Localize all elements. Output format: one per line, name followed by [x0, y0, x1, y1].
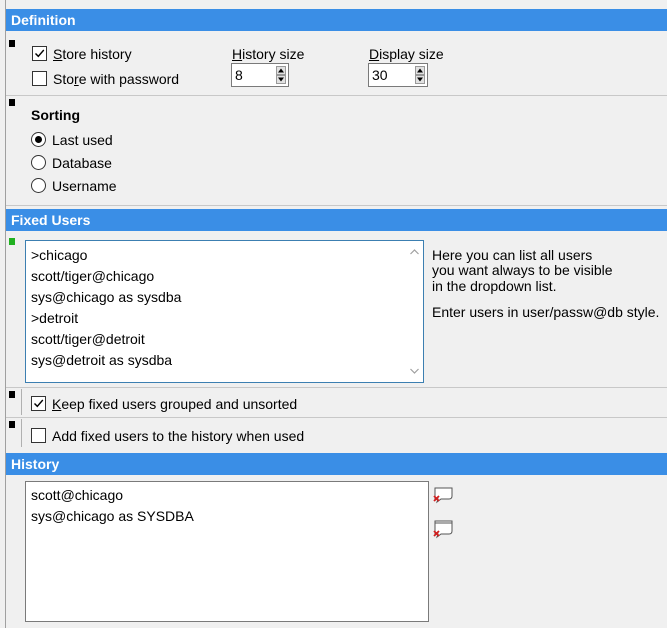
row-marker [9, 391, 15, 398]
row-tick [21, 419, 22, 447]
spin-down-icon[interactable] [276, 75, 286, 84]
sort-last-used-label[interactable]: Last used [52, 131, 113, 149]
display-size-label: Display size [369, 46, 444, 62]
scroll-down-icon[interactable] [406, 364, 423, 378]
delete-all-icon[interactable] [432, 518, 456, 542]
history-header: History [6, 453, 667, 475]
add-to-history-label[interactable]: Add fixed users to the history when used [52, 427, 304, 445]
list-item[interactable]: >detroit [31, 309, 78, 327]
history-header-label: History [11, 456, 60, 472]
definition-header-label: Definition [11, 12, 76, 28]
history-size-value[interactable]: 8 [235, 66, 243, 84]
sorting-title: Sorting [31, 107, 80, 123]
spin-down-icon[interactable] [415, 75, 425, 84]
list-item[interactable]: sys@chicago as SYSDBA [31, 507, 194, 525]
separator [6, 95, 667, 96]
sort-database-radio[interactable] [31, 155, 46, 170]
fixed-users-help-note: Enter users in user/passw@db style. [432, 304, 660, 320]
store-history-checkbox[interactable] [32, 46, 47, 61]
add-to-history-checkbox[interactable] [31, 428, 46, 443]
row-marker [9, 40, 15, 47]
fixed-users-header: Fixed Users [6, 209, 667, 231]
list-item[interactable]: scott@chicago [31, 486, 123, 504]
list-item[interactable]: scott/tiger@chicago [31, 267, 154, 285]
history-size-label: History size [232, 46, 305, 62]
row-marker-active [9, 238, 15, 245]
keep-grouped-label[interactable]: Keep fixed users grouped and unsorted [52, 395, 297, 413]
list-item[interactable]: >chicago [31, 246, 87, 264]
sort-username-radio[interactable] [31, 178, 46, 193]
sort-last-used-radio[interactable] [31, 132, 46, 147]
spin-up-icon[interactable] [276, 66, 286, 75]
history-size-spinner[interactable]: 8 [231, 63, 289, 87]
list-item[interactable]: sys@chicago as sysdba [31, 288, 181, 306]
display-size-value[interactable]: 30 [372, 66, 388, 84]
store-with-password-label[interactable]: Store with password [53, 70, 179, 88]
fixed-users-help-line-3: in the dropdown list. [432, 278, 557, 294]
fixed-users-scrollbar[interactable] [406, 241, 423, 382]
row-marker [9, 421, 15, 428]
row-marker [9, 99, 15, 106]
fixed-users-help-line-2: you want always to be visible [432, 262, 613, 278]
store-history-label[interactable]: Store history [53, 45, 132, 63]
list-item[interactable]: sys@detroit as sysdba [31, 351, 172, 369]
fixed-users-help-line-1: Here you can list all users [432, 247, 593, 263]
fixed-users-header-label: Fixed Users [11, 212, 91, 228]
separator [6, 417, 667, 418]
list-item[interactable]: scott/tiger@detroit [31, 330, 145, 348]
fixed-users-list[interactable]: >chicago scott/tiger@chicago sys@chicago… [25, 240, 424, 383]
keep-grouped-checkbox[interactable] [31, 396, 46, 411]
sort-database-label[interactable]: Database [52, 154, 112, 172]
history-list[interactable]: scott@chicago sys@chicago as SYSDBA [25, 481, 429, 622]
delete-item-icon[interactable] [432, 485, 456, 507]
separator [6, 387, 667, 388]
sort-username-label[interactable]: Username [52, 177, 117, 195]
row-tick [21, 389, 22, 415]
store-with-password-checkbox[interactable] [32, 71, 47, 86]
scroll-up-icon[interactable] [406, 245, 423, 259]
separator [6, 205, 667, 206]
spin-up-icon[interactable] [415, 66, 425, 75]
definition-header: Definition [6, 9, 667, 31]
display-size-spinner[interactable]: 30 [368, 63, 428, 87]
